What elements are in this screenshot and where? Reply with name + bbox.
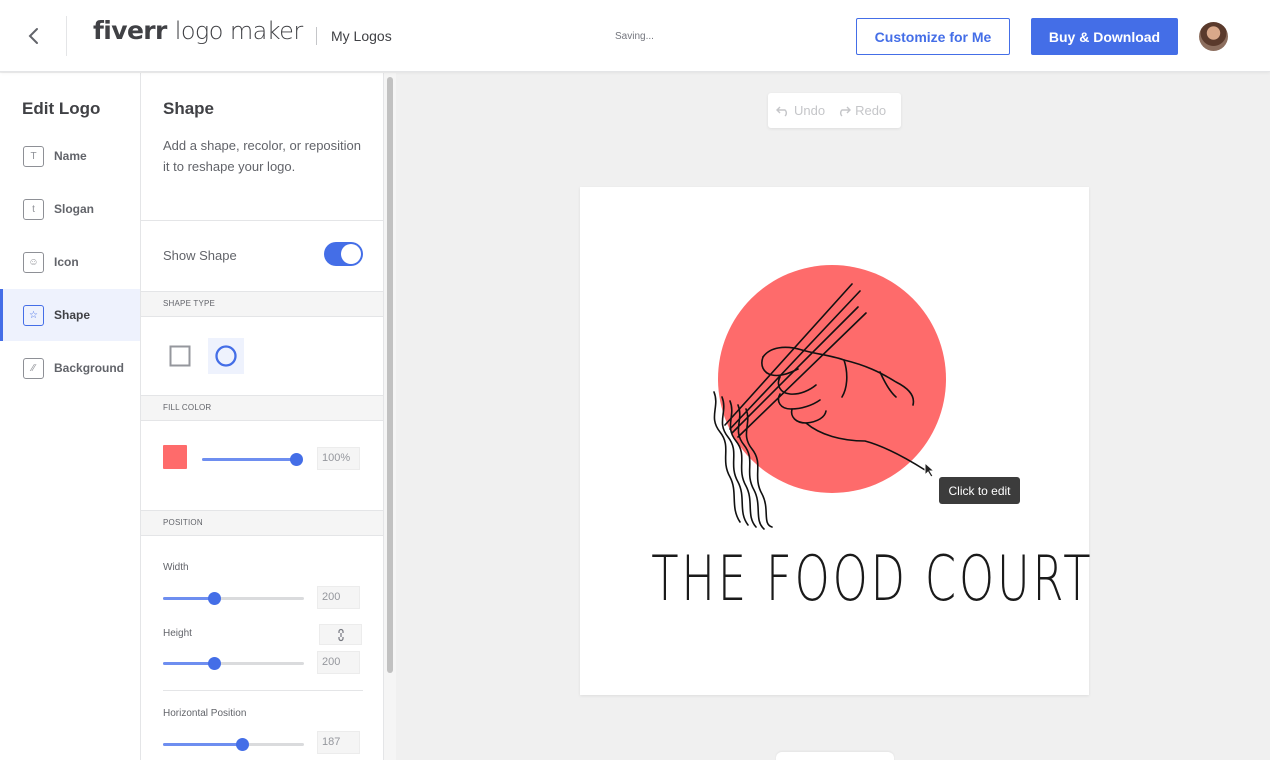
slider-fill — [202, 458, 297, 461]
horizontal-position-input[interactable]: 187 — [317, 731, 360, 754]
undo-button[interactable]: Undo — [776, 103, 825, 118]
slider-fill — [163, 597, 214, 600]
opacity-slider[interactable] — [202, 453, 304, 467]
slider-fill — [163, 662, 214, 665]
chevron-left-icon — [28, 28, 38, 44]
click-to-edit-tooltip: Click to edit — [939, 477, 1020, 504]
sidebar-item-background[interactable]: ⁄⁄ Background — [0, 342, 140, 394]
logo-preview-card[interactable]: THE FOOD COURT — [580, 187, 1090, 695]
sidebar-item-label: Background — [54, 361, 125, 375]
fiverr-logo-maker-brand[interactable]: fiverr logo maker — [93, 16, 303, 52]
width-slider[interactable] — [163, 592, 304, 606]
panel-scrollbar[interactable] — [383, 73, 396, 760]
customize-for-me-button[interactable]: Customize for Me — [856, 18, 1010, 55]
fill-color-header: FILL COLOR — [141, 395, 383, 421]
divider — [163, 690, 363, 691]
mouse-pointer-icon — [924, 462, 936, 478]
sidebar-item-label: Icon — [54, 255, 79, 269]
slider-fill — [163, 743, 242, 746]
show-shape-toggle[interactable] — [324, 242, 363, 266]
undo-label: Undo — [794, 103, 826, 118]
slider-handle[interactable] — [207, 657, 221, 670]
width-label: Width — [163, 562, 189, 573]
slogan-icon: t — [23, 198, 44, 220]
toggle-knob — [341, 244, 361, 264]
back-button[interactable] — [18, 20, 50, 52]
sidebar-item-label: Slogan — [54, 202, 95, 216]
slider-handle[interactable] — [235, 738, 249, 751]
top-header: fiverr logo maker My Logos Saving... Cus… — [0, 0, 1270, 72]
square-icon — [169, 345, 191, 367]
circle-icon — [215, 345, 237, 367]
position-header: POSITION — [141, 510, 383, 536]
sidebar-title: Edit Logo — [22, 99, 101, 118]
save-status: Saving... — [615, 31, 654, 42]
sidebar-item-icon[interactable]: ☺ Icon — [0, 236, 140, 288]
header-divider — [66, 16, 67, 56]
aspect-lock-button[interactable] — [319, 624, 362, 645]
panel-description: Add a shape, recolor, or reposition it t… — [163, 138, 362, 174]
shape-circle-option[interactable] — [208, 338, 244, 374]
undo-icon — [776, 106, 787, 117]
sidebar-item-slogan[interactable]: t Slogan — [0, 183, 140, 235]
height-label: Height — [163, 628, 192, 639]
logo-shape-circle[interactable] — [718, 265, 946, 493]
show-shape-label: Show Shape — [163, 248, 237, 263]
edit-logo-sidebar: Edit Logo T Name t Slogan ☺ Icon ☆ Shape… — [0, 73, 141, 760]
shape-square-option[interactable] — [162, 338, 198, 374]
logo-name-text[interactable]: THE FOOD COURT — [651, 542, 1090, 615]
brand-separator — [316, 27, 317, 45]
fill-color-swatch[interactable] — [163, 445, 187, 469]
slider-handle[interactable] — [207, 592, 221, 605]
sidebar-item-name[interactable]: T Name — [0, 130, 140, 182]
sidebar-item-shape[interactable]: ☆ Shape — [0, 289, 140, 341]
panel-title: Shape — [163, 99, 215, 118]
brand-fiverr: fiverr — [93, 16, 167, 45]
sidebar-item-label: Name — [54, 149, 87, 163]
redo-button[interactable]: Redo — [837, 103, 886, 118]
link-icon — [337, 628, 344, 641]
sidebar-item-label: Shape — [54, 308, 91, 322]
undo-redo-toolbar: Undo Redo — [768, 93, 901, 128]
opacity-input[interactable]: 100% — [317, 447, 360, 470]
star-icon: ☆ — [23, 304, 44, 326]
user-avatar[interactable] — [1199, 22, 1228, 51]
divider — [141, 220, 383, 221]
height-input[interactable]: 200 — [317, 651, 360, 674]
logo-canvas-area: Undo Redo THE FOOD COURT Click to edit — [396, 73, 1270, 760]
redo-label: Redo — [855, 103, 887, 118]
horizontal-position-slider[interactable] — [163, 738, 304, 752]
my-logos-link[interactable]: My Logos — [331, 28, 392, 44]
shape-type-header: SHAPE TYPE — [141, 291, 383, 317]
pattern-icon: ⁄⁄ — [23, 357, 44, 379]
text-icon: T — [23, 145, 44, 167]
bottom-panel-tab[interactable] — [776, 752, 894, 760]
height-slider[interactable] — [163, 657, 304, 671]
buy-download-button[interactable]: Buy & Download — [1031, 18, 1178, 55]
width-input[interactable]: 200 — [317, 586, 360, 609]
horizontal-position-label: Horizontal Position — [163, 708, 247, 719]
brand-logo-maker: logo maker — [174, 17, 303, 45]
scrollbar-thumb[interactable] — [387, 77, 393, 673]
redo-icon — [840, 106, 852, 117]
shape-panel: Shape Add a shape, recolor, or repositio… — [141, 73, 383, 760]
slider-handle[interactable] — [290, 453, 304, 466]
image-icon: ☺ — [23, 251, 44, 273]
